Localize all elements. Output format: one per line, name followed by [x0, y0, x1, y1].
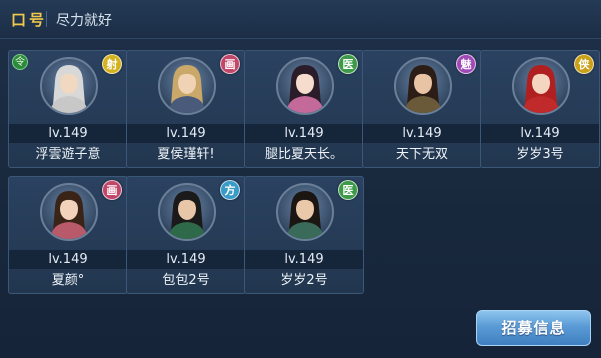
recruit-info-button[interactable]: 招募信息 — [476, 310, 591, 346]
member-level: lv.149 — [363, 124, 481, 143]
class-badge-icon: 魅 — [456, 54, 476, 74]
member-card[interactable]: 侠 lv.149 岁岁3号 — [480, 50, 600, 168]
class-badge-icon: 侠 — [574, 54, 594, 74]
class-badge-icon: 医 — [338, 54, 358, 74]
member-name: 岁岁3号 — [516, 147, 564, 162]
member-name: 包包2号 — [162, 273, 210, 288]
member-avatar — [40, 183, 98, 241]
class-badge-icon: 射 — [102, 54, 122, 74]
member-avatar — [276, 57, 334, 115]
member-avatar — [512, 57, 570, 115]
class-badge-icon: 画 — [102, 180, 122, 200]
member-card[interactable]: 画 lv.149 夏颜° — [8, 176, 128, 294]
slogan-divider — [46, 11, 47, 27]
member-name: 夏颜° — [51, 273, 85, 288]
member-name: 夏侯瑾轩! — [157, 147, 215, 162]
member-level: lv.149 — [9, 250, 127, 269]
member-avatar — [40, 57, 98, 115]
slogan-label: 口号 — [11, 11, 48, 29]
class-badge-icon: 医 — [338, 180, 358, 200]
member-card[interactable]: 令 射 lv.149 浮雲遊子意 — [8, 50, 128, 168]
member-level: lv.149 — [245, 250, 363, 269]
member-level: lv.149 — [481, 124, 599, 143]
member-level: lv.149 — [127, 124, 245, 143]
class-badge-icon: 方 — [220, 180, 240, 200]
member-name: 岁岁2号 — [280, 273, 328, 288]
member-card[interactable]: 医 lv.149 岁岁2号 — [244, 176, 364, 294]
guild-flag-icon: 令 — [12, 54, 28, 70]
member-level: lv.149 — [127, 250, 245, 269]
member-avatar — [394, 57, 452, 115]
member-card[interactable]: 医 lv.149 腿比夏天长。 — [244, 50, 364, 168]
guild-member-panel: 口号 尽力就好 令射 lv.149 浮雲遊子意画 lv.149 夏侯瑾轩! 医 lv.149… — [0, 0, 601, 358]
member-name: 浮雲遊子意 — [35, 147, 101, 162]
member-name: 天下无双 — [395, 147, 448, 162]
member-avatar — [158, 57, 216, 115]
member-name: 腿比夏天长。 — [264, 147, 343, 162]
member-avatar — [158, 183, 216, 241]
member-level: lv.149 — [9, 124, 127, 143]
slogan-text: 尽力就好 — [56, 13, 112, 29]
member-card[interactable]: 方 lv.149 包包2号 — [126, 176, 246, 294]
member-avatar — [276, 183, 334, 241]
member-level: lv.149 — [245, 124, 363, 143]
slogan-bar: 口号 尽力就好 — [0, 0, 601, 39]
member-card[interactable]: 魅 lv.149 天下无双 — [362, 50, 482, 168]
class-badge-icon: 画 — [220, 54, 240, 74]
member-card[interactable]: 画 lv.149 夏侯瑾轩! — [126, 50, 246, 168]
